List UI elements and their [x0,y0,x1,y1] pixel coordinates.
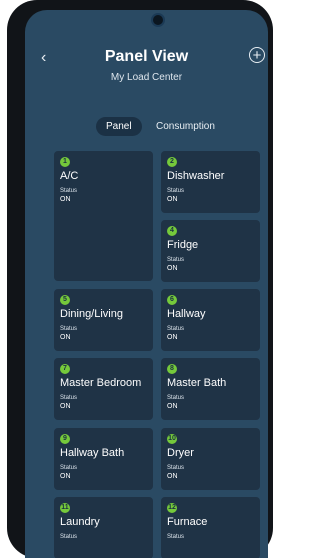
circuit-number-badge: 12 [167,503,177,513]
status-value: ON [167,334,178,341]
status-value: ON [167,403,178,410]
camera-notch [151,13,165,27]
circuit-card-11[interactable]: 11 Laundry Status [54,497,153,558]
circuit-number-badge: 2 [167,157,177,167]
circuit-card-7[interactable]: 7 Master Bedroom Status ON [54,358,153,420]
circuit-number-badge: 4 [167,226,177,236]
circuit-name: Master Bath [167,377,227,389]
circuit-card-9[interactable]: 9 Hallway Bath Status ON [54,428,153,490]
status-label: Status [60,395,78,401]
header: ‹ Panel View My Load Center + [25,10,268,150]
circuit-card-1[interactable]: 1 A/C Status ON [54,151,153,281]
page-title: Panel View [104,48,189,65]
circuit-name: Laundry [60,516,100,528]
circuit-card-5[interactable]: 5 Dining/Living Status ON [54,289,153,351]
status-label: Status [167,465,185,471]
circuit-name: Dryer [167,447,194,459]
status-value: ON [60,403,71,410]
circuit-name: A/C [60,170,79,182]
status-label: Status [167,326,185,332]
status-value: ON [167,196,178,203]
circuit-number-badge: 10 [167,434,177,444]
circuit-name: Fridge [167,239,199,251]
circuit-card-10[interactable]: 10 Dryer Status ON [161,428,260,490]
circuit-number-badge: 9 [60,434,70,444]
circuit-card-8[interactable]: 8 Master Bath Status ON [161,358,260,420]
status-value: ON [60,473,71,480]
circuit-name: Furnace [167,516,208,528]
status-label: Status [60,326,78,332]
tab-consumption[interactable]: Consumption [156,121,215,132]
circuit-card-4[interactable]: 4 Fridge Status ON [161,220,260,282]
circuit-card-6[interactable]: 6 Hallway Status ON [161,289,260,351]
app-screen: ‹ Panel View My Load Center + Panel Cons… [25,10,268,558]
plus-circle-icon[interactable]: + [249,47,265,63]
circuit-name: Hallway Bath [60,447,125,459]
circuit-number-badge: 5 [60,295,70,305]
status-label: Status [167,188,185,194]
circuit-number-badge: 7 [60,364,70,374]
circuit-card-2[interactable]: 2 Dishwasher Status ON [161,151,260,213]
circuit-number-badge: 8 [167,364,177,374]
circuit-name: Master Bedroom [60,377,142,389]
status-label: Status [167,534,185,540]
status-label: Status [60,465,78,471]
status-label: Status [167,395,185,401]
phone-frame: ‹ Panel View My Load Center + Panel Cons… [7,0,273,558]
status-value: ON [167,265,178,272]
circuit-card-12[interactable]: 12 Furnace Status [161,497,260,558]
status-value: ON [60,196,71,203]
circuit-number-badge: 6 [167,295,177,305]
status-label: Status [60,188,78,194]
page-subtitle: My Load Center [110,72,183,83]
circuit-number-badge: 1 [60,157,70,167]
status-value: ON [167,473,178,480]
circuit-name: Dishwasher [167,170,225,182]
status-value: ON [60,334,71,341]
circuit-number-badge: 11 [60,503,70,513]
circuit-name: Hallway [167,308,206,320]
status-label: Status [167,257,185,263]
circuit-name: Dining/Living [60,308,123,320]
status-label: Status [60,534,78,540]
tab-panel[interactable]: Panel [96,117,142,136]
